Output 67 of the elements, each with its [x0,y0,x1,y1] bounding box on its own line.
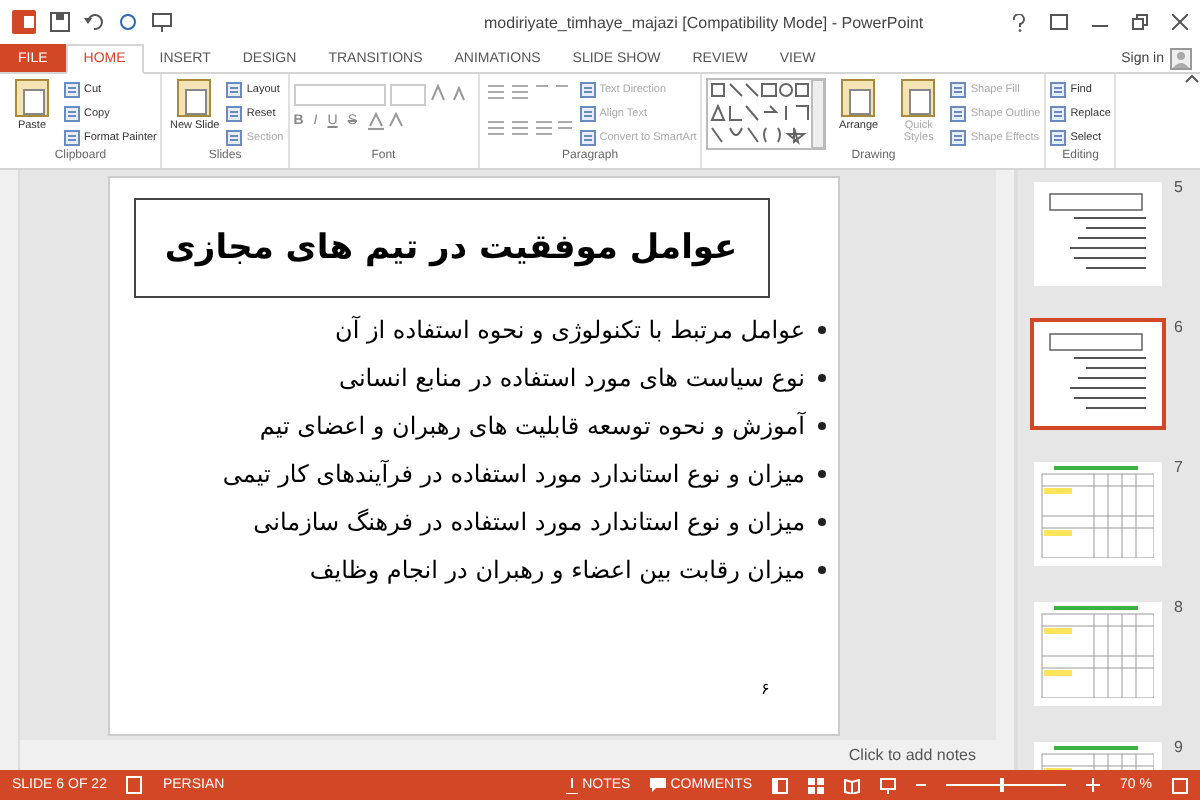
normal-view-icon[interactable] [772,777,789,793]
document-icon [14,78,50,118]
restore-icon[interactable] [1132,14,1148,30]
slideshow-icon[interactable] [880,777,897,793]
slide-number: ۶ [761,680,769,698]
zoom-out-icon[interactable] [916,780,927,790]
slide-sorter-icon[interactable] [808,777,825,793]
document-icon [900,78,937,118]
slider-thumb[interactable] [1000,778,1005,792]
bullet-dot [817,566,825,574]
window-title: modiriyate_timhaye_majazi [Compatibility Mode] - PowerPoint [484,13,926,31]
bullet-text: میزان و نوع استاندارد مورد استفاده در فرآیندهای کار تیمی [222,460,805,488]
document-icon [226,130,243,146]
close-icon[interactable] [1172,14,1188,30]
document-icon [1050,82,1067,98]
bullet-dot [817,518,825,526]
thumbnail-number: 8 [1174,598,1183,616]
document-icon [226,106,243,122]
powerpoint-logo-icon[interactable] [12,10,36,34]
bullet-text: میزان و نوع استاندارد مورد استفاده در فرهنگ سازمانی [253,508,805,536]
reading-view-icon[interactable] [844,777,861,793]
bullet-dot [817,374,825,382]
bullet-text: عوامل مرتبط با تکنولوژی و نحوه استفاده از آن [335,316,805,344]
scrollbar[interactable] [0,170,20,770]
font-color-icon[interactable] [366,112,407,130]
bullet-dot [817,470,825,478]
bullet-dot [817,326,825,334]
document-icon [840,78,877,118]
bullet-dot [817,422,825,430]
font-name-field[interactable] [293,84,386,106]
slide-thumbnail[interactable] [1030,318,1166,430]
undo-icon[interactable] [84,12,104,32]
user-silhouette-icon [1170,47,1192,69]
zoom-in-icon[interactable] [1086,778,1101,792]
document-icon [950,82,967,98]
help-icon[interactable] [1012,13,1026,31]
comment-icon [650,777,667,793]
presentation-icon[interactable] [152,12,172,32]
font-size-field[interactable] [389,84,426,106]
bullet-text: میزان رقابت بین اعضاء و رهبران در انجام وظایف [309,556,805,584]
ribbon-display-icon[interactable] [1050,14,1068,30]
document-icon [64,130,80,146]
notes-icon [566,777,579,793]
notes-field[interactable]: Click to add notes [20,740,996,770]
collapse-ribbon-icon[interactable] [1184,74,1200,84]
shapes-gallery-icon[interactable] [706,78,827,150]
document-icon [64,106,80,122]
document-icon [1050,130,1067,146]
fit-slide-icon[interactable] [1172,777,1188,793]
bullet-text: نوع سیاست های مورد استفاده در منابع انسانی [338,364,805,392]
document-icon [950,130,967,146]
document-icon [1050,106,1067,122]
bullet-text: آموزش و نحوه توسعه قابلیت های رهبران و اعضای تیم [259,412,805,440]
document-icon [579,130,596,146]
document-icon [64,82,80,98]
thumbnail-number: 9 [1174,738,1183,756]
document-icon [176,78,213,118]
save-icon[interactable] [50,12,70,32]
document-icon [226,82,243,98]
thumbnail-number: 7 [1174,458,1183,476]
document-icon [579,82,596,98]
thumbnail-number: 6 [1174,318,1183,336]
document-icon [950,106,967,122]
slide-title: عوامل موفقیت در تیم های مجازی [133,198,769,298]
scrollbar[interactable] [996,170,1016,770]
thumbnail-number: 5 [1174,178,1183,196]
document-icon [579,106,596,122]
